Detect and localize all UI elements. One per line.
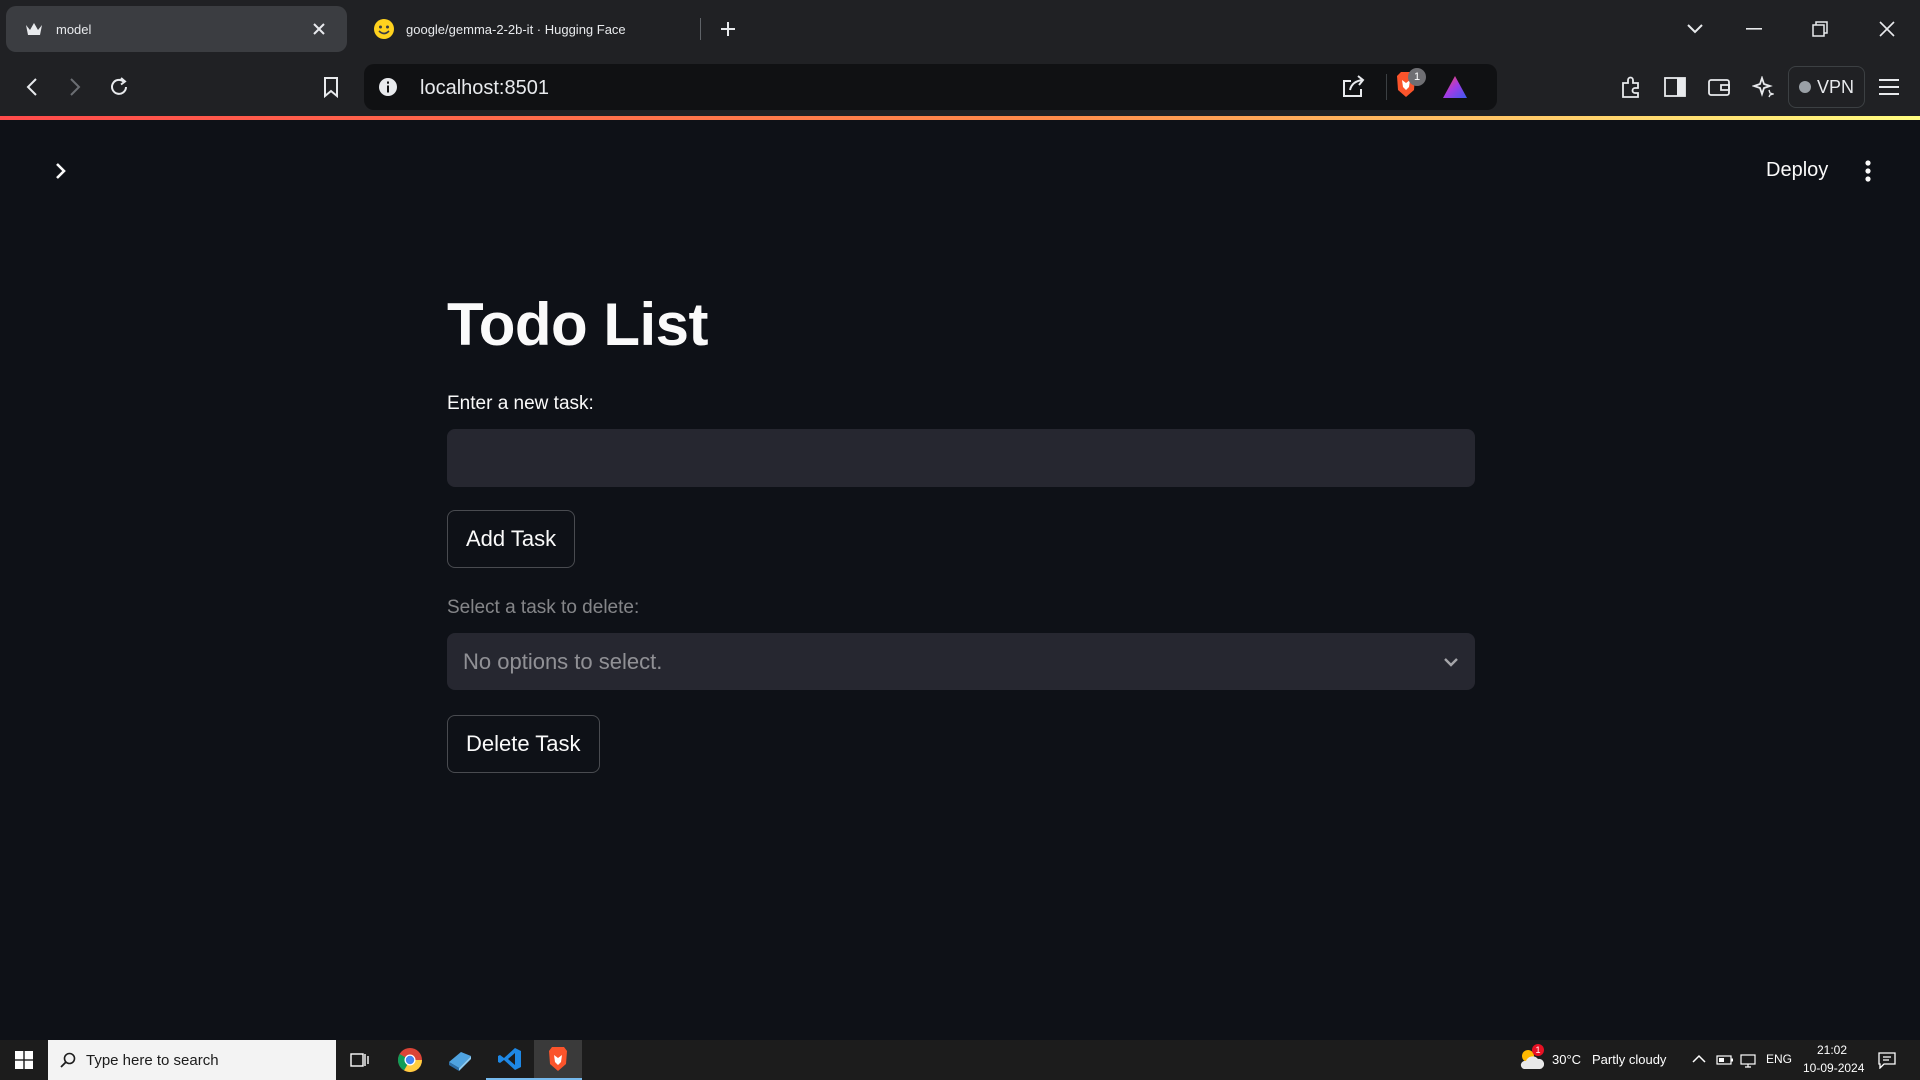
search-icon	[60, 1052, 76, 1068]
shields-count-badge: 1	[1408, 68, 1426, 86]
browser-menu-icon[interactable]	[1872, 70, 1906, 104]
vpn-status-icon	[1798, 81, 1811, 93]
vscode-taskbar-app[interactable]	[486, 1040, 534, 1080]
chevron-right-icon	[56, 163, 66, 179]
brave-taskbar-app[interactable]	[534, 1040, 582, 1080]
chevron-down-icon	[1444, 657, 1458, 667]
tab-search-dropdown-icon[interactable]	[1680, 14, 1710, 44]
vpn-button[interactable]: VPN	[1788, 66, 1865, 108]
weather-condition: Partly cloudy	[1592, 1052, 1667, 1067]
windows-logo-icon	[15, 1051, 33, 1069]
sidebar-toggle-icon[interactable]	[1658, 70, 1692, 104]
streamlit-crown-icon	[22, 17, 46, 41]
hugging-face-icon	[372, 17, 396, 41]
delete-task-select[interactable]: No options to select.	[447, 633, 1475, 690]
wallet-icon[interactable]	[1702, 70, 1736, 104]
app-icon	[449, 1052, 471, 1071]
close-window-icon[interactable]	[1872, 14, 1902, 44]
expand-sidebar-button[interactable]	[46, 156, 76, 186]
weather-badge: 1	[1532, 1044, 1544, 1056]
taskbar-search-box[interactable]: Type here to search	[48, 1040, 336, 1080]
forward-button[interactable]	[58, 70, 92, 104]
file-app-taskbar[interactable]	[436, 1040, 484, 1080]
site-info-icon[interactable]	[378, 77, 398, 97]
share-icon[interactable]	[1341, 74, 1367, 98]
streamlit-app: Deploy Todo List Enter a new task: Add T…	[0, 120, 1920, 1040]
deploy-button[interactable]: Deploy	[1766, 159, 1828, 182]
leo-ai-icon[interactable]	[1746, 70, 1780, 104]
bookmark-button[interactable]	[314, 70, 348, 104]
windows-taskbar: Type here to search 1 30°C Partly cloudy…	[0, 1040, 1920, 1080]
brave-icon	[549, 1047, 567, 1071]
address-divider	[1386, 74, 1387, 100]
browser-tab-strip: model google/gemma-2-2b-it · Hugging Fac…	[0, 0, 1920, 58]
task-input[interactable]	[447, 429, 1475, 487]
clock-date[interactable]: 10-09-2024	[1803, 1061, 1864, 1075]
reload-button[interactable]	[102, 70, 136, 104]
language-indicator[interactable]: ENG	[1766, 1052, 1792, 1066]
clock-time[interactable]: 21:02	[1817, 1043, 1847, 1057]
task-input-label: Enter a new task:	[447, 393, 594, 414]
select-placeholder: No options to select.	[463, 648, 663, 674]
brave-rewards-icon[interactable]	[1441, 74, 1469, 100]
close-tab-icon[interactable]	[307, 17, 331, 41]
task-view-button[interactable]	[336, 1040, 384, 1080]
task-view-icon	[350, 1053, 369, 1067]
new-tab-button[interactable]	[713, 14, 743, 44]
restore-window-icon[interactable]	[1805, 14, 1835, 44]
delete-select-label: Select a task to delete:	[447, 597, 640, 618]
chrome-taskbar-app[interactable]	[386, 1040, 434, 1080]
tab-hugging-face[interactable]: google/gemma-2-2b-it · Hugging Face	[356, 6, 702, 52]
back-button[interactable]	[15, 70, 49, 104]
tab-title: model	[56, 21, 92, 37]
vpn-label: VPN	[1816, 76, 1854, 97]
url-text: localhost:8501	[420, 77, 549, 99]
page-title: Todo List	[447, 291, 709, 358]
browser-toolbar: localhost:8501 1 VPN	[0, 58, 1920, 116]
start-button[interactable]	[0, 1040, 48, 1080]
notifications-icon[interactable]	[1878, 1051, 1896, 1069]
minimize-window-icon[interactable]	[1739, 14, 1769, 44]
tab-divider	[700, 18, 701, 40]
search-placeholder: Type here to search	[86, 1051, 219, 1069]
tab-model[interactable]: model	[6, 6, 347, 52]
vscode-icon	[498, 1048, 521, 1070]
network-icon[interactable]	[1740, 1052, 1756, 1068]
address-bar[interactable]: localhost:8501 1	[364, 64, 1497, 110]
battery-icon[interactable]	[1716, 1053, 1734, 1067]
show-hidden-icons-icon[interactable]	[1692, 1054, 1706, 1064]
tab-title: google/gemma-2-2b-it · Hugging Face	[406, 21, 626, 37]
main-menu-button[interactable]	[1856, 156, 1880, 186]
weather-temp: 30°C	[1552, 1052, 1582, 1067]
chrome-icon	[397, 1048, 422, 1073]
delete-task-button[interactable]: Delete Task	[447, 715, 600, 773]
kebab-menu-icon	[1865, 160, 1871, 182]
extensions-icon[interactable]	[1614, 70, 1648, 104]
add-task-button[interactable]: Add Task	[447, 510, 576, 568]
